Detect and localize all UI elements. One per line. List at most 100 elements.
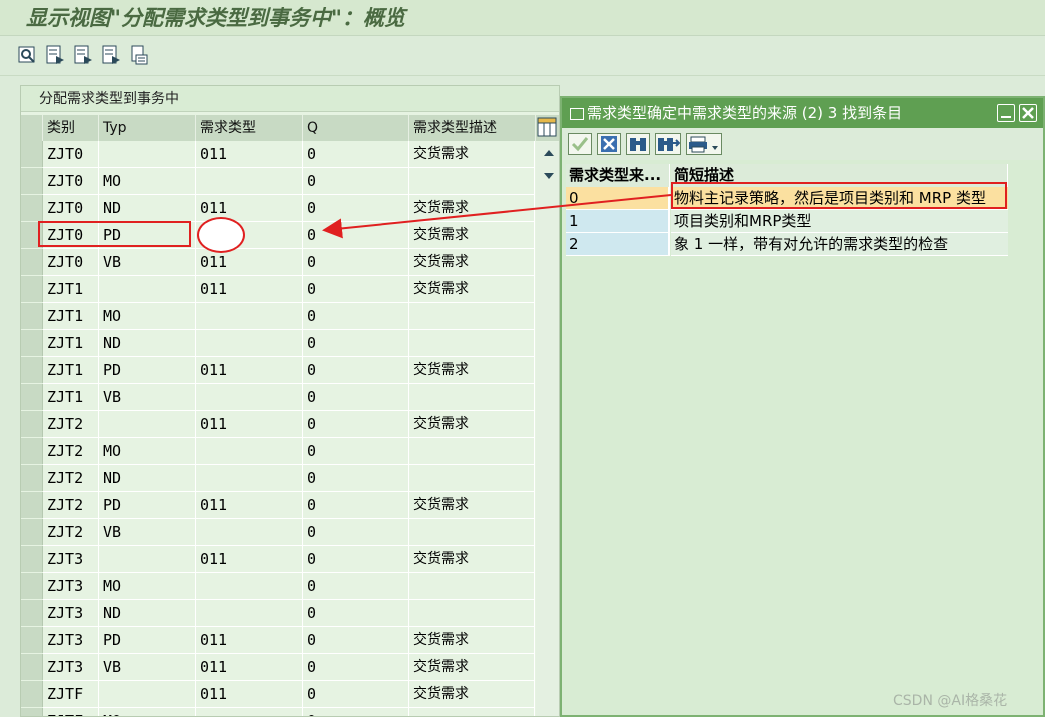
cell-q[interactable]: 0 <box>303 195 409 222</box>
row-selector[interactable] <box>21 168 43 194</box>
cell-category[interactable]: ZJT3 <box>43 600 99 627</box>
vertical-scrollbar[interactable] <box>536 142 559 716</box>
header-category[interactable]: 类别 <box>43 115 99 141</box>
close-icon[interactable] <box>1019 104 1037 122</box>
cell-requirement-type[interactable] <box>196 168 303 195</box>
cell-requirement-type[interactable]: 011 <box>196 141 303 168</box>
cell-typ[interactable]: PD <box>99 357 196 384</box>
cell-requirement-desc[interactable]: 交货需求 <box>409 249 535 276</box>
entry-2-icon[interactable] <box>74 45 93 65</box>
cell-requirement-desc[interactable] <box>409 384 535 411</box>
cell-requirement-desc[interactable]: 交货需求 <box>409 627 535 654</box>
table-row[interactable]: ZJT2 MO 0 <box>21 438 559 465</box>
cell-requirement-desc[interactable] <box>409 573 535 600</box>
cell-typ[interactable] <box>99 681 196 708</box>
header-requirement-desc[interactable]: 需求类型描述 <box>409 115 536 141</box>
table-row[interactable]: ZJT0 ND 011 0 交货需求 <box>21 195 559 222</box>
cell-requirement-desc[interactable]: 交货需求 <box>409 141 535 168</box>
cell-q[interactable]: 0 <box>303 168 409 195</box>
source-option-row[interactable]: 1 项目类别和MRP类型 <box>566 210 1008 233</box>
source-description[interactable]: 项目类别和MRP类型 <box>671 210 1008 233</box>
row-selector[interactable] <box>21 195 43 221</box>
cell-typ[interactable]: MO <box>99 303 196 330</box>
cell-requirement-type[interactable]: 011 <box>196 546 303 573</box>
cell-q[interactable]: 0 <box>303 357 409 384</box>
row-selector[interactable] <box>21 141 43 167</box>
cell-category[interactable]: ZJT3 <box>43 573 99 600</box>
cell-q[interactable]: 0 <box>303 303 409 330</box>
cell-category[interactable]: ZJT2 <box>43 492 99 519</box>
row-selector[interactable] <box>21 438 43 464</box>
cell-category[interactable]: ZJT1 <box>43 384 99 411</box>
cell-requirement-type[interactable] <box>196 384 303 411</box>
cell-requirement-type[interactable]: 011 <box>196 276 303 303</box>
row-selector[interactable] <box>21 384 43 410</box>
cell-typ[interactable]: VB <box>99 519 196 546</box>
cell-requirement-type[interactable] <box>196 708 303 716</box>
cell-q[interactable]: 0 <box>303 573 409 600</box>
cell-category[interactable]: ZJT1 <box>43 303 99 330</box>
cell-category[interactable]: ZJT3 <box>43 654 99 681</box>
cell-typ[interactable] <box>99 546 196 573</box>
header-source[interactable]: 需求类型来... <box>566 164 670 187</box>
cell-category[interactable]: ZJT2 <box>43 438 99 465</box>
cell-requirement-desc[interactable] <box>409 330 535 357</box>
table-row[interactable]: ZJT0 MO 0 <box>21 168 559 195</box>
minimize-icon[interactable] <box>997 104 1015 122</box>
cancel-button[interactable] <box>597 133 621 155</box>
cell-category[interactable]: ZJTF <box>43 708 99 716</box>
entry-3-icon[interactable] <box>102 45 121 65</box>
cell-category[interactable]: ZJT2 <box>43 465 99 492</box>
cell-category[interactable]: ZJT1 <box>43 276 99 303</box>
cell-requirement-type[interactable]: 011 <box>196 411 303 438</box>
cell-requirement-desc[interactable] <box>409 465 535 492</box>
cell-category[interactable]: ZJT0 <box>43 249 99 276</box>
table-row[interactable]: ZJT2 VB 0 <box>21 519 559 546</box>
cell-q[interactable]: 0 <box>303 141 409 168</box>
cell-requirement-type[interactable]: 011 <box>196 681 303 708</box>
cell-requirement-desc[interactable]: 交货需求 <box>409 222 535 249</box>
cell-requirement-desc[interactable]: 交货需求 <box>409 276 535 303</box>
cell-requirement-type[interactable] <box>196 519 303 546</box>
cell-q[interactable]: 0 <box>303 276 409 303</box>
table-row[interactable]: ZJT0 011 0 交货需求 <box>21 141 559 168</box>
cell-category[interactable]: ZJT2 <box>43 411 99 438</box>
cell-q[interactable]: 0 <box>303 330 409 357</box>
row-selector[interactable] <box>21 600 43 626</box>
cell-typ[interactable] <box>99 276 196 303</box>
cell-requirement-desc[interactable]: 交货需求 <box>409 357 535 384</box>
confirm-button[interactable] <box>568 133 592 155</box>
cell-requirement-desc[interactable]: 交货需求 <box>409 195 535 222</box>
cell-q[interactable]: 0 <box>303 627 409 654</box>
table-row[interactable]: ZJT3 ND 0 <box>21 600 559 627</box>
cell-category[interactable]: ZJT1 <box>43 330 99 357</box>
find-next-button[interactable] <box>655 133 681 155</box>
row-selector[interactable] <box>21 492 43 518</box>
row-selector[interactable] <box>21 330 43 356</box>
cell-q[interactable]: 0 <box>303 411 409 438</box>
table-row[interactable]: ZJT2 PD 011 0 交货需求 <box>21 492 559 519</box>
cell-requirement-desc[interactable]: 交货需求 <box>409 411 535 438</box>
cell-category[interactable]: ZJT2 <box>43 519 99 546</box>
cell-category[interactable]: ZJT0 <box>43 168 99 195</box>
cell-q[interactable]: 0 <box>303 654 409 681</box>
table-row[interactable]: ZJT1 MO 0 <box>21 303 559 330</box>
cell-requirement-desc[interactable] <box>409 168 535 195</box>
cell-requirement-type[interactable]: 011 <box>196 492 303 519</box>
cell-q[interactable]: 0 <box>303 465 409 492</box>
cell-requirement-type[interactable] <box>196 303 303 330</box>
row-selector[interactable] <box>21 276 43 302</box>
cell-q[interactable]: 0 <box>303 600 409 627</box>
table-row[interactable]: ZJT2 ND 0 <box>21 465 559 492</box>
cell-typ[interactable]: ND <box>99 195 196 222</box>
source-option-row[interactable]: 2象 1 一样，带有对允许的需求类型的检查 <box>566 233 1008 256</box>
cell-typ[interactable]: MO <box>99 573 196 600</box>
cell-requirement-desc[interactable] <box>409 438 535 465</box>
cell-requirement-desc[interactable]: 交货需求 <box>409 681 535 708</box>
cell-requirement-type[interactable] <box>196 573 303 600</box>
table-row[interactable]: ZJT3 MO 0 <box>21 573 559 600</box>
row-selector[interactable] <box>21 573 43 599</box>
row-selector[interactable] <box>21 465 43 491</box>
row-selector[interactable] <box>21 546 43 572</box>
cell-typ[interactable]: ND <box>99 600 196 627</box>
